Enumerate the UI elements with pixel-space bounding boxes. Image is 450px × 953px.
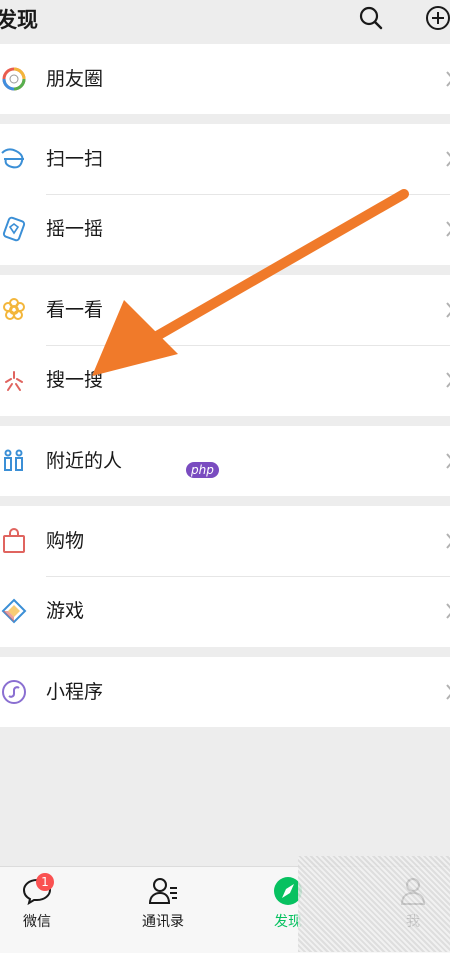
- unread-badge: 1: [36, 873, 54, 891]
- tab-label: 微信: [23, 914, 51, 930]
- tab-contacts[interactable]: 通讯录: [118, 867, 208, 953]
- tab-chats[interactable]: 1 微信: [0, 867, 82, 953]
- watermark-text: 中文网: [222, 463, 259, 477]
- tab-label: 通讯录: [142, 914, 184, 930]
- contacts-icon: [147, 875, 179, 907]
- watermark: php 中文网: [186, 461, 259, 478]
- watermark-brand: php: [186, 462, 219, 478]
- blur-overlay: [298, 856, 450, 952]
